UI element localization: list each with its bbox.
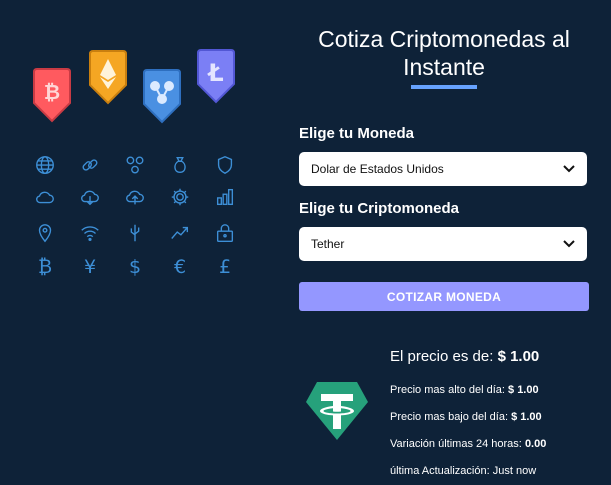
change-24h-value: 0.00 — [524, 438, 547, 450]
dollar-symbol-icon: $ — [128, 255, 142, 278]
currency-select[interactable]: Dolar de Estados Unidos — [299, 152, 587, 186]
low-price-value: $ 1.00 — [511, 411, 542, 423]
chevron-down-icon — [563, 165, 575, 173]
page-title: Cotiza Criptomonedas al Instante — [299, 25, 589, 81]
bitcoin-badge-icon: ₿ — [33, 68, 71, 123]
price-label: El precio es de: — [390, 348, 494, 365]
change-24h-row: Variación últimas 24 horas: 0.00 — [390, 438, 546, 450]
crypto-label: Elige tu Criptomoneda — [299, 200, 460, 217]
crypto-select[interactable]: Tether — [299, 227, 587, 261]
litecoin-badge-icon: Ł — [197, 49, 235, 104]
lock-icon — [212, 220, 238, 246]
quote-submit-button[interactable]: COTIZAR MONEDA — [299, 282, 589, 311]
high-price-value: $ 1.00 — [508, 384, 539, 396]
quote-result: El precio es de: $ 1.00 Precio mas alto … — [299, 340, 589, 485]
globe-icon — [32, 152, 58, 178]
money-bag-icon — [167, 152, 193, 178]
gear-icon — [167, 184, 193, 210]
high-price-row: Precio mas alto del día: $ 1.00 — [390, 384, 539, 396]
page-title-line1: Cotiza Criptomonedas al — [318, 26, 570, 52]
price-headline: El precio es de: $ 1.00 — [390, 348, 539, 365]
cloud-upload-icon — [122, 184, 148, 210]
last-updated-value: Just now — [492, 465, 537, 477]
high-price-label: Precio mas alto del día: — [390, 384, 505, 396]
cloud-icon — [32, 184, 58, 210]
currency-label: Elige tu Moneda — [299, 125, 415, 142]
page-title-line2: Instante — [403, 54, 485, 80]
low-price-row: Precio mas bajo del día: $ 1.00 — [390, 411, 542, 423]
tether-logo-icon — [306, 382, 368, 440]
change-24h-label: Variación últimas 24 horas: — [390, 438, 522, 450]
ethereum-badge-icon — [89, 50, 127, 105]
crypto-select-value: Tether — [311, 237, 345, 251]
trending-up-icon — [167, 220, 193, 246]
bitcoin-symbol-icon: ₿ — [37, 255, 53, 278]
svg-text:₿: ₿ — [44, 80, 60, 104]
yen-symbol-icon: ¥ — [83, 255, 97, 278]
svg-text:Ł: Ł — [206, 59, 223, 87]
location-pin-icon — [32, 220, 58, 246]
nodes-icon — [122, 152, 148, 178]
shield-icon — [212, 152, 238, 178]
crypto-illustration: ₿ Ł ₿ ¥ $ € £ — [0, 0, 290, 485]
price-value: $ 1.00 — [497, 348, 540, 365]
title-underline — [411, 85, 477, 89]
currency-select-value: Dolar de Estados Unidos — [311, 162, 444, 176]
chevron-down-icon — [563, 240, 575, 248]
ripple-badge-icon — [143, 69, 181, 124]
link-icon — [77, 152, 103, 178]
cloud-download-icon — [77, 184, 103, 210]
last-updated-row: última Actualización: Just now — [390, 465, 536, 477]
low-price-label: Precio mas bajo del día: — [390, 411, 509, 423]
euro-symbol-icon: € — [173, 255, 187, 278]
bar-chart-icon — [212, 184, 238, 210]
pound-symbol-icon: £ — [218, 255, 232, 278]
usb-icon — [122, 220, 148, 246]
last-updated-label: última Actualización: — [390, 465, 490, 477]
wifi-icon — [77, 220, 103, 246]
